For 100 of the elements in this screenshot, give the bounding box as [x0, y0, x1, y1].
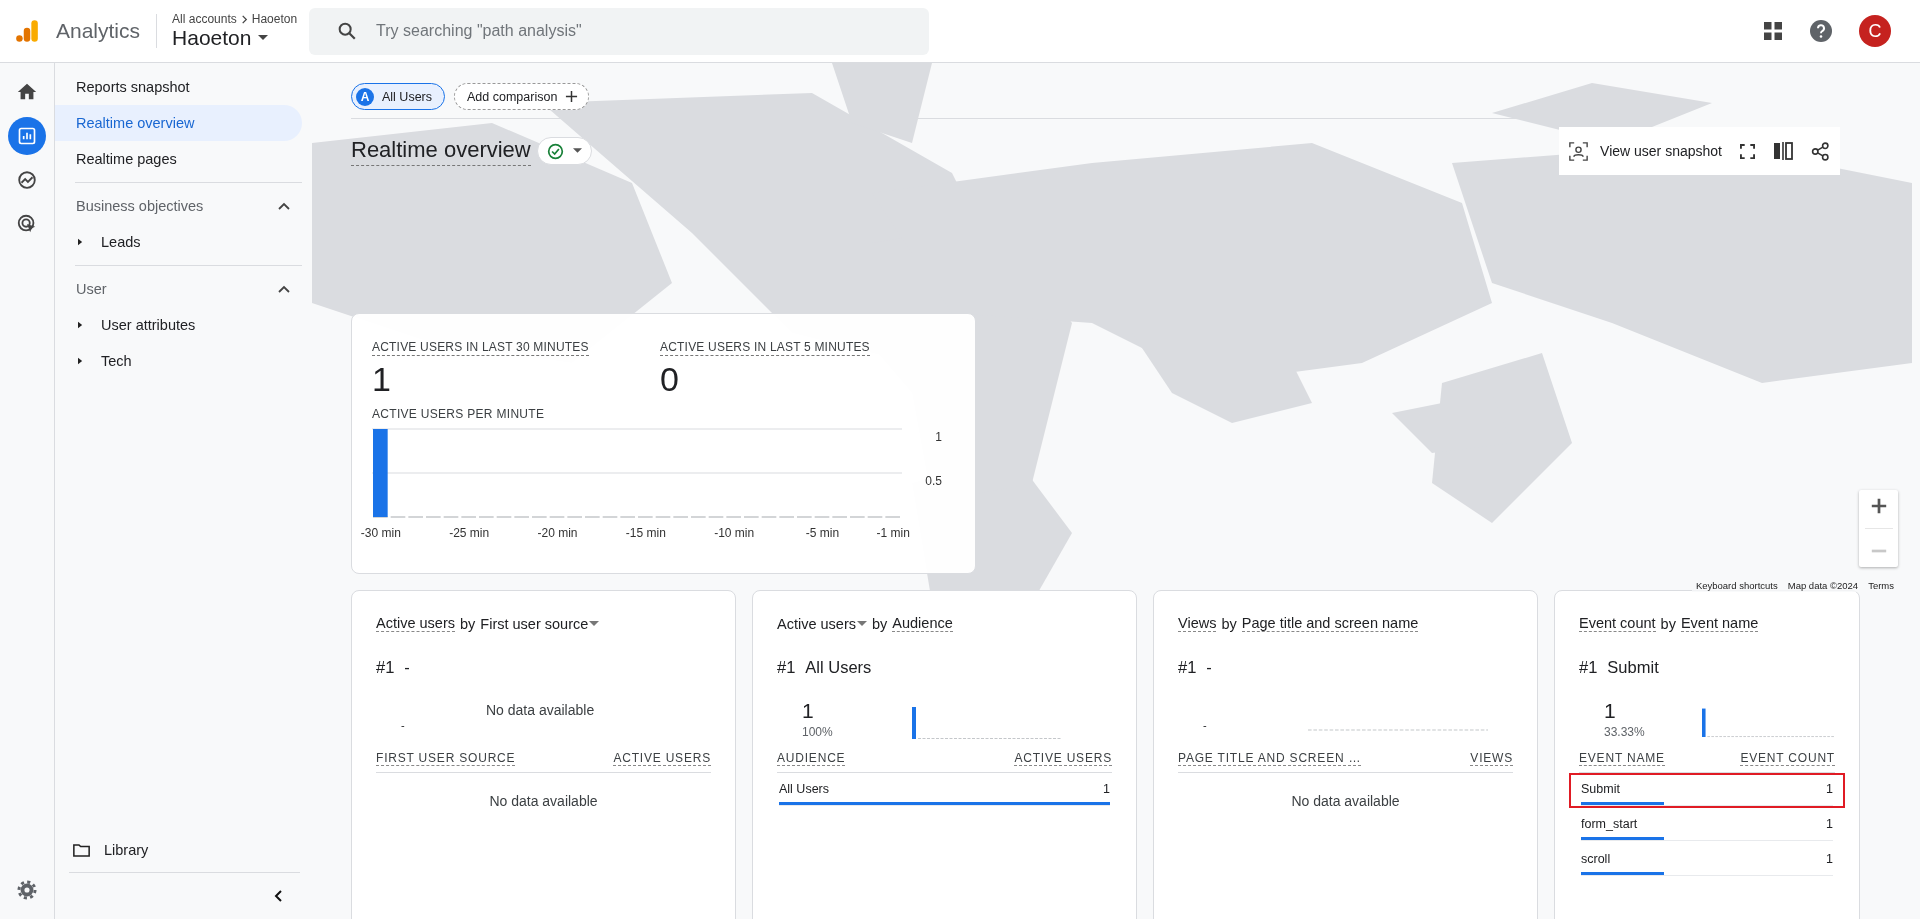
- folder-icon: [73, 843, 90, 857]
- column-header[interactable]: ACTIVE USERS: [1014, 751, 1112, 766]
- y-tick-label: 1: [935, 430, 942, 444]
- top-item-name: -: [1206, 658, 1212, 677]
- empty-message: No data available: [486, 702, 595, 718]
- column-header[interactable]: PAGE TITLE AND SCREEN …: [1178, 751, 1362, 766]
- empty-value: -: [1202, 719, 1208, 731]
- segment-label: All Users: [382, 89, 432, 104]
- x-tick-label: -5 min: [805, 526, 840, 540]
- chevron-up-icon[interactable]: [278, 202, 290, 210]
- dimension-dropdown[interactable]: First user source: [480, 615, 600, 632]
- top-item-share: 100%: [802, 725, 834, 739]
- caret-icon: [589, 620, 600, 627]
- chevron-right-icon: [239, 14, 249, 24]
- top-item-value: 1: [1604, 699, 1617, 723]
- nav-item[interactable]: Leads: [101, 234, 141, 250]
- search-field[interactable]: Try searching "path analysis": [309, 7, 930, 55]
- top-item-share: 33.33%: [1604, 725, 1646, 739]
- chevron-up-icon[interactable]: [278, 285, 290, 293]
- section-title: Business objectives: [76, 198, 204, 214]
- metric-value: 1: [372, 360, 392, 399]
- property-selector[interactable]: Haoeton: [172, 26, 298, 50]
- nav-item[interactable]: Tech: [101, 353, 132, 369]
- empty-value: -: [400, 719, 406, 731]
- dimension-label: Event name: [1680, 615, 1759, 632]
- metric-label: ACTIVE USERS IN LAST 5 MINUTES: [660, 340, 870, 356]
- empty-message: No data available: [1290, 793, 1401, 809]
- metric-value: 0: [660, 360, 680, 399]
- table-row[interactable]: form_start 1: [1569, 808, 1845, 843]
- top-item-name: Submit: [1607, 658, 1659, 677]
- user-avatar[interactable]: C: [1859, 15, 1891, 47]
- x-tick-label: -30 min: [360, 526, 401, 540]
- bar-chart-icon: [17, 126, 37, 146]
- help-icon[interactable]: [1809, 19, 1833, 43]
- compare-columns-icon[interactable]: [1773, 142, 1793, 160]
- table-cell: Submit: [1581, 781, 1620, 796]
- top-item-name: -: [404, 658, 410, 677]
- search-input[interactable]: Try searching "path analysis": [374, 21, 879, 41]
- caret-icon: [857, 620, 867, 627]
- table-cell: All Users: [779, 781, 829, 796]
- caret-icon: [572, 148, 582, 154]
- caret-icon[interactable]: [78, 238, 83, 246]
- column-header[interactable]: AUDIENCE: [777, 751, 846, 766]
- library-link[interactable]: Library: [104, 842, 149, 858]
- share-icon[interactable]: [1811, 141, 1830, 161]
- caret-icon[interactable]: [78, 357, 83, 365]
- caret-icon[interactable]: [78, 321, 83, 329]
- nav-item[interactable]: Reports snapshot: [55, 69, 302, 105]
- add-comparison-button[interactable]: Add comparison: [454, 83, 590, 110]
- page-title: Realtime overview: [351, 136, 531, 166]
- rank-number: #1: [376, 658, 395, 677]
- column-header[interactable]: VIEWS: [1470, 751, 1513, 766]
- map-attribution-link[interactable]: Keyboard shortcuts: [1695, 580, 1778, 591]
- table-cell: form_start: [1581, 816, 1638, 831]
- apps-grid-icon[interactable]: [1763, 21, 1783, 41]
- dimension-label: Page title and screen name: [1241, 615, 1419, 632]
- table-row[interactable]: All Users 1: [767, 773, 1122, 808]
- plus-icon: [565, 90, 579, 103]
- table-row[interactable]: Submit 1: [1569, 773, 1845, 808]
- x-tick-label: -25 min: [449, 526, 490, 540]
- rank-number: #1: [1579, 658, 1598, 677]
- person-frame-icon: [1569, 141, 1589, 161]
- chart-title: ACTIVE USERS PER MINUTE: [372, 407, 546, 421]
- breadcrumb-link[interactable]: Haoeton: [251, 12, 298, 26]
- column-header[interactable]: FIRST USER SOURCE: [376, 751, 516, 766]
- breadcrumb-link[interactable]: All accounts: [172, 12, 237, 26]
- nav-item[interactable]: User attributes: [101, 317, 196, 333]
- reports-nav-button[interactable]: [8, 117, 46, 155]
- segment-chip[interactable]: A All Users: [351, 83, 445, 110]
- rank-number: #1: [1178, 658, 1197, 677]
- column-header[interactable]: EVENT NAME: [1579, 751, 1665, 766]
- metric-label: Views: [1178, 615, 1217, 632]
- product-name: Analytics: [56, 19, 141, 43]
- metric-label: Active users: [376, 615, 455, 632]
- chevron-left-icon[interactable]: [274, 890, 282, 902]
- x-tick-label: -10 min: [714, 526, 755, 540]
- rank-number: #1: [777, 658, 796, 677]
- zoom-in-icon[interactable]: [1869, 496, 1888, 515]
- section-title: User: [76, 281, 107, 297]
- title-connector: by: [872, 615, 888, 632]
- map-attribution-link[interactable]: Map data ©2024: [1787, 580, 1859, 591]
- fullscreen-icon[interactable]: [1740, 143, 1755, 159]
- dimension-label: Audience: [892, 615, 953, 632]
- settings-icon[interactable]: [16, 879, 38, 901]
- table-cell: scroll: [1581, 851, 1611, 866]
- nav-item[interactable]: Realtime pages: [55, 141, 302, 177]
- analytics-logo-icon: [14, 18, 40, 44]
- metric-dropdown[interactable]: Active users: [777, 615, 867, 632]
- nav-item[interactable]: Realtime overview: [55, 105, 302, 141]
- column-header[interactable]: EVENT COUNT: [1740, 751, 1835, 766]
- metric-label: ACTIVE USERS IN LAST 30 MINUTES: [372, 340, 589, 356]
- title-connector: by: [1660, 615, 1676, 632]
- metric-label: Event count: [1579, 615, 1656, 632]
- column-header[interactable]: ACTIVE USERS: [613, 751, 711, 766]
- top-item-value: 1: [802, 699, 815, 723]
- map-attribution-link[interactable]: Terms: [1868, 580, 1894, 591]
- table-cell: 1: [1103, 781, 1110, 796]
- table-row[interactable]: scroll 1: [1569, 843, 1845, 878]
- x-tick-label: -15 min: [625, 526, 666, 540]
- table-cell: 1: [1826, 781, 1833, 796]
